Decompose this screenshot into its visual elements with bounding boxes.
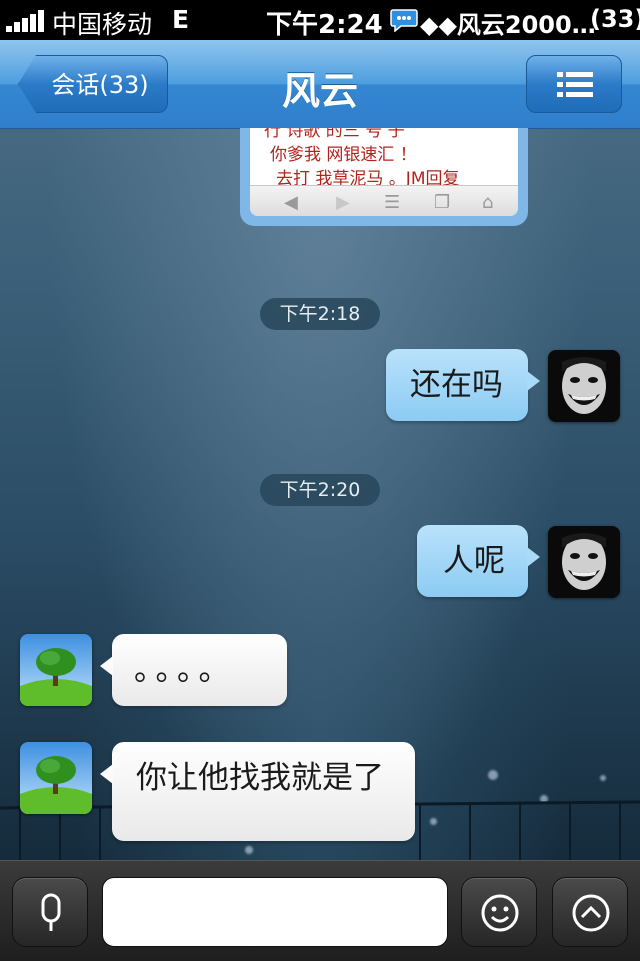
notification-count: (33): [590, 5, 640, 33]
chat-menu-button[interactable]: [526, 55, 622, 113]
more-options-button[interactable]: [552, 877, 628, 947]
carrier-name: 中国移动: [52, 10, 153, 39]
incoming-message-bubble[interactable]: 。。。。: [100, 634, 287, 706]
contact-avatar[interactable]: [20, 742, 92, 814]
browser-tabs-icon[interactable]: ❐: [434, 192, 450, 213]
browser-home-icon[interactable]: ⌂: [482, 192, 493, 213]
browser-forward-icon[interactable]: ▶: [336, 192, 350, 213]
message-notification-icon: [390, 9, 418, 32]
chevron-up-circle-icon: [572, 894, 610, 932]
navigation-bar: 会话(33) 风云: [0, 40, 640, 129]
smiley-icon: [481, 894, 519, 932]
shared-web-card[interactable]: 行 诗歌 的三 号 子 你爹我 网银速汇 ！ 去打 我草泥马 。JM回复 ◀ ▶…: [240, 128, 528, 226]
browser-list-icon[interactable]: ☰: [384, 192, 400, 213]
message-text-input[interactable]: [102, 877, 448, 947]
voice-input-button[interactable]: [12, 877, 88, 947]
message-timestamp: 下午2:18: [260, 298, 380, 330]
notification-preview: ◆◆风云2000…: [420, 11, 596, 39]
status-bar: 中国移动 E 下午2:24 ◆◆风云2000… (33): [0, 0, 640, 40]
incoming-message-bubble[interactable]: 你让他找我就是了: [100, 742, 415, 841]
status-time: 下午2:24: [266, 10, 383, 40]
list-icon: [557, 72, 593, 97]
message-timestamp: 下午2:20: [260, 474, 380, 506]
my-avatar[interactable]: [548, 350, 620, 422]
contact-avatar[interactable]: [20, 634, 92, 706]
shared-web-card-content: 行 诗歌 的三 号 子 你爹我 网银速汇 ！ 去打 我草泥马 。JM回复 ◀ ▶…: [250, 128, 518, 216]
my-avatar[interactable]: [548, 526, 620, 598]
card-text-line: 你爹我 网银速汇 ！: [270, 145, 417, 165]
network-type: E: [172, 5, 190, 34]
message-input-bar: [0, 860, 640, 961]
outgoing-message-bubble[interactable]: 人呢: [417, 525, 540, 597]
microphone-icon: [41, 893, 61, 931]
outgoing-message-bubble[interactable]: 还在吗: [386, 349, 540, 421]
card-browser-toolbar: ◀ ▶ ☰ ❐ ⌂: [250, 185, 518, 216]
signal-strength-icon: [6, 8, 48, 32]
emoji-button[interactable]: [461, 877, 537, 947]
browser-back-icon[interactable]: ◀: [284, 192, 298, 213]
